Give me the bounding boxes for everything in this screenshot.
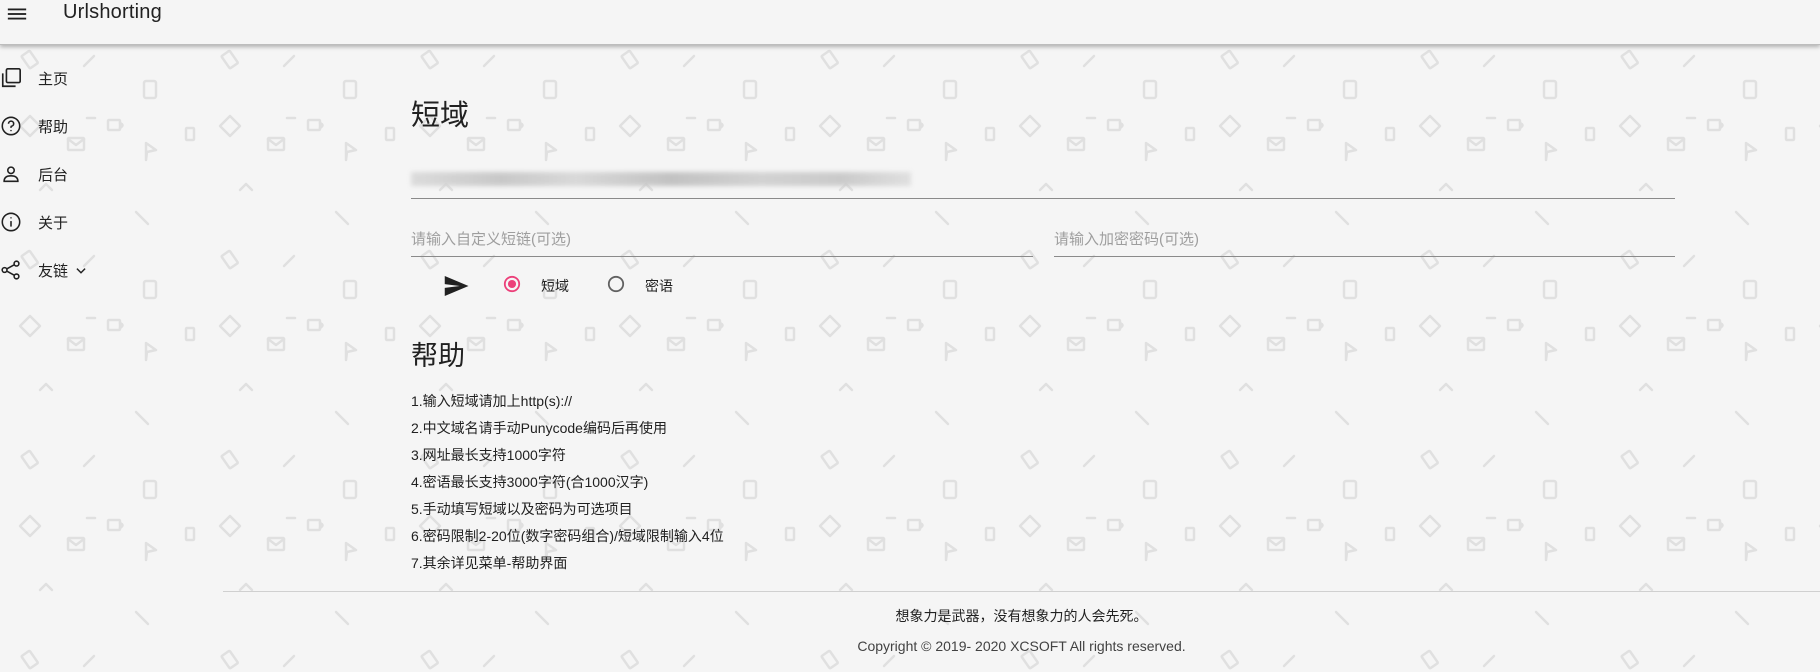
help-item: 6.密码限制2-20位(数字密码组合)/短域限制输入4位 xyxy=(411,528,724,544)
password-field[interactable] xyxy=(1054,224,1675,257)
footer-motto: 想象力是武器，没有想象力的人会先死。 xyxy=(895,608,1148,624)
radio-unchecked-icon xyxy=(607,275,625,293)
chevron-down-icon[interactable] xyxy=(74,264,88,278)
radio-label: 短域 xyxy=(541,278,569,294)
person-icon xyxy=(3,166,19,183)
sidebar-item-label: 关于 xyxy=(38,215,69,232)
custom-short-link-input[interactable] xyxy=(411,224,1033,254)
app-bar: Urlshorting xyxy=(0,0,1820,45)
footer-copyright: Copyright © 2019- 2020 XCSOFT All rights… xyxy=(857,638,1186,654)
sidebar-item-label: 后台 xyxy=(38,167,69,184)
radio-short-domain[interactable]: 短域 xyxy=(503,272,583,296)
main-content: 短域 短域 密语 帮助 1.输入短域请加上http(s):// 2.中文域名请手… xyxy=(411,0,1675,672)
blurred-url-text xyxy=(411,172,911,186)
share-icon xyxy=(1,260,20,280)
help-list: 1.输入短域请加上http(s):// 2.中文域名请手动Punycode编码后… xyxy=(411,388,724,577)
radio-label: 密语 xyxy=(645,278,673,294)
sidebar-item-admin[interactable]: 后台 xyxy=(0,152,200,200)
help-item: 2.中文域名请手动Punycode编码后再使用 xyxy=(411,420,667,436)
help-title: 帮助 xyxy=(411,341,465,371)
url-input[interactable] xyxy=(411,164,1675,199)
sidebar-item-label: 帮助 xyxy=(38,119,69,136)
radio-checked-icon xyxy=(503,275,521,293)
custom-short-link-field[interactable] xyxy=(411,224,1033,257)
hamburger-menu-icon[interactable] xyxy=(6,3,28,25)
help-item: 1.输入短域请加上http(s):// xyxy=(411,393,573,409)
sidebar-item-label: 友链 xyxy=(38,263,69,280)
send-icon[interactable] xyxy=(441,271,471,301)
sidebar-item-help[interactable]: 帮助 xyxy=(0,104,200,152)
sidebar-item-home[interactable]: 主页 xyxy=(0,56,200,104)
help-item: 4.密语最长支持3000字符(合1000汉字) xyxy=(411,474,649,490)
sidebar-item-label: 主页 xyxy=(38,71,69,88)
info-icon xyxy=(1,212,21,232)
help-item: 7.其余详见菜单-帮助界面 xyxy=(411,555,568,571)
page-title: 短域 xyxy=(411,100,470,132)
sidebar-nav: 主页 帮助 后台 关于 友链 xyxy=(0,56,200,296)
help-circle-icon xyxy=(1,116,21,136)
sidebar-item-about[interactable]: 关于 xyxy=(0,200,200,248)
help-item: 3.网址最长支持1000字符 xyxy=(411,447,566,463)
app-title: Urlshorting xyxy=(63,1,162,23)
radio-secret-message[interactable]: 密语 xyxy=(607,272,687,296)
library-icon xyxy=(1,68,21,88)
password-input[interactable] xyxy=(1054,224,1675,254)
sidebar-item-friend-links[interactable]: 友链 xyxy=(0,248,200,296)
help-item: 5.手动填写短域以及密码为可选项目 xyxy=(411,501,633,517)
footer: 想象力是武器，没有想象力的人会先死。 Copyright © 2019- 202… xyxy=(223,592,1820,654)
